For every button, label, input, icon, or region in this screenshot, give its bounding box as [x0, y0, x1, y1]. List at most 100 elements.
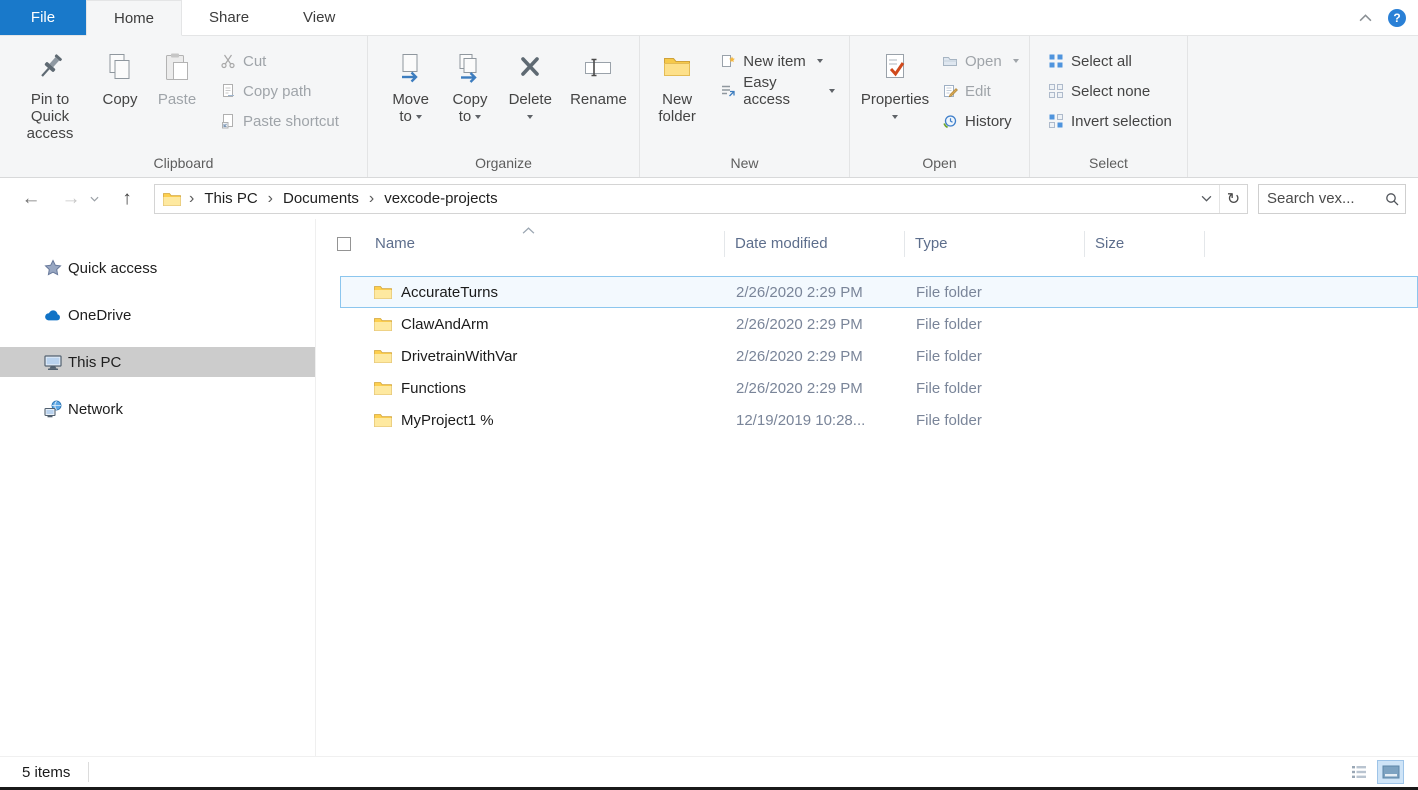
- invert-selection-button[interactable]: Invert selection: [1044, 106, 1176, 136]
- copy-to-button[interactable]: Copy to: [443, 38, 496, 127]
- search-icon[interactable]: [1385, 192, 1399, 206]
- network-icon: [44, 400, 62, 418]
- open-label: Open: [965, 53, 1002, 70]
- address-toolbar: ← → ↑ › This PC › Documents › vexcode-pr…: [0, 178, 1418, 219]
- column-header-row: Name Date modified Type Size: [316, 219, 1418, 267]
- organize-group-label: Organize: [368, 153, 639, 177]
- sidebar-item-network[interactable]: Network: [0, 394, 315, 424]
- thumbnail-view-button[interactable]: [1377, 760, 1404, 784]
- ribbon-group-select: Select all Select none Invert selection: [1030, 36, 1188, 177]
- refresh-button[interactable]: ↻: [1219, 185, 1247, 213]
- search-input[interactable]: [1267, 190, 1385, 207]
- file-type: File folder: [906, 284, 1086, 301]
- copy-path-icon: [220, 83, 236, 99]
- cut-button[interactable]: Cut: [216, 46, 343, 76]
- ribbon-tab-bar: File Home Share View ?: [0, 0, 1418, 36]
- breadcrumb-vexcode-projects[interactable]: vexcode-projects: [382, 190, 499, 207]
- column-header-name[interactable]: Name: [316, 235, 725, 252]
- select-small-buttons: Select all Select none Invert selection: [1038, 38, 1180, 136]
- new-folder-button[interactable]: New folder: [648, 38, 706, 127]
- tab-file[interactable]: File: [0, 0, 86, 35]
- ribbon-empty-area: [1188, 36, 1418, 177]
- collapse-ribbon-icon[interactable]: [1359, 14, 1372, 22]
- pin-to-quick-access-button[interactable]: Pin to Quick access: [8, 38, 92, 144]
- sidebar-item-onedrive[interactable]: OneDrive: [0, 300, 315, 330]
- new-item-button[interactable]: New item: [716, 46, 839, 76]
- back-button[interactable]: ←: [18, 189, 44, 208]
- file-name-cell: ClawAndArm: [341, 316, 726, 333]
- file-date-modified: 2/26/2020 2:29 PM: [726, 316, 906, 333]
- clipboard-small-buttons: Cut Copy path Paste shortcut: [206, 38, 347, 136]
- new-item-label: New item: [743, 53, 806, 70]
- delete-button[interactable]: Delete: [503, 38, 558, 127]
- paste-shortcut-label: Paste shortcut: [243, 113, 339, 130]
- rename-button[interactable]: Rename: [564, 38, 633, 110]
- file-list-pane: Name Date modified Type Size AccurateTur…: [316, 219, 1418, 756]
- file-row[interactable]: ClawAndArm 2/26/2020 2:29 PM File folder: [340, 308, 1418, 340]
- address-bar[interactable]: › This PC › Documents › vexcode-projects…: [154, 184, 1248, 214]
- breadcrumb-this-pc[interactable]: This PC: [202, 190, 259, 207]
- select-none-button[interactable]: Select none: [1044, 76, 1176, 106]
- onedrive-label: OneDrive: [68, 307, 131, 324]
- select-all-button[interactable]: Select all: [1044, 46, 1176, 76]
- paste-button[interactable]: Paste: [148, 38, 206, 110]
- easy-access-button[interactable]: Easy access: [716, 76, 839, 106]
- clipboard-group-body: Pin to Quick access Copy Paste: [0, 36, 367, 153]
- sidebar-item-this-pc[interactable]: This PC: [0, 347, 315, 377]
- copy-path-button[interactable]: Copy path: [216, 76, 343, 106]
- file-row[interactable]: Functions 2/26/2020 2:29 PM File folder: [340, 372, 1418, 404]
- column-divider[interactable]: [1084, 231, 1085, 257]
- paste-shortcut-button[interactable]: Paste shortcut: [216, 106, 343, 136]
- tab-view[interactable]: View: [276, 0, 362, 35]
- file-name: ClawAndArm: [401, 316, 489, 333]
- sort-ascending-icon: [522, 221, 535, 238]
- file-row[interactable]: DrivetrainWithVar 2/26/2020 2:29 PM File…: [340, 340, 1418, 372]
- select-all-checkbox[interactable]: [337, 237, 351, 251]
- paste-label: Paste: [158, 91, 196, 108]
- folder-icon: [374, 285, 392, 299]
- column-header-date-modified[interactable]: Date modified: [725, 235, 905, 252]
- properties-icon: [878, 50, 912, 84]
- view-toggle-buttons: [1345, 760, 1404, 784]
- edit-button[interactable]: Edit: [938, 76, 1023, 106]
- file-type: File folder: [906, 348, 1086, 365]
- select-all-icon: [1048, 53, 1064, 69]
- file-explorer-window: File Home Share View ? Pin to Quick acce…: [0, 0, 1418, 790]
- easy-access-label: Easy access: [743, 74, 818, 108]
- ribbon-home: Pin to Quick access Copy Paste: [0, 36, 1418, 178]
- status-divider: [88, 762, 89, 782]
- details-view-button[interactable]: [1345, 760, 1372, 784]
- sidebar-item-quick-access[interactable]: Quick access: [0, 253, 315, 283]
- edit-icon: [942, 83, 958, 99]
- tab-home[interactable]: Home: [86, 0, 182, 36]
- column-header-type[interactable]: Type: [905, 235, 1085, 252]
- up-button[interactable]: ↑: [114, 189, 140, 208]
- copy-button[interactable]: Copy: [92, 38, 148, 110]
- file-row[interactable]: MyProject1 % 12/19/2019 10:28... File fo…: [340, 404, 1418, 436]
- move-to-label-line1: Move: [392, 91, 429, 108]
- breadcrumb-documents[interactable]: Documents: [281, 190, 361, 207]
- open-button[interactable]: Open: [938, 46, 1023, 76]
- recent-locations-chevron-icon[interactable]: [86, 196, 102, 202]
- column-divider[interactable]: [724, 231, 725, 257]
- column-header-size[interactable]: Size: [1085, 235, 1201, 252]
- properties-button[interactable]: Properties: [858, 38, 932, 127]
- address-dropdown-chevron-icon[interactable]: [1193, 185, 1219, 213]
- move-to-button[interactable]: Move to: [384, 38, 437, 127]
- tab-share[interactable]: Share: [182, 0, 276, 35]
- history-button[interactable]: History: [938, 106, 1023, 136]
- column-divider[interactable]: [1204, 231, 1205, 257]
- delete-dropdown-icon: [527, 115, 533, 119]
- file-type: File folder: [906, 316, 1086, 333]
- delete-icon: [513, 50, 547, 84]
- file-row[interactable]: AccurateTurns 2/26/2020 2:29 PM File fol…: [340, 276, 1418, 308]
- folder-icon: [374, 413, 392, 427]
- new-small-buttons: New item Easy access: [706, 38, 843, 106]
- this-pc-label: This PC: [68, 354, 121, 371]
- search-box: [1258, 184, 1406, 214]
- status-bar: 5 items: [0, 756, 1418, 787]
- forward-button[interactable]: →: [58, 189, 84, 208]
- clipboard-group-label: Clipboard: [0, 153, 367, 177]
- help-icon[interactable]: ?: [1388, 9, 1406, 27]
- column-divider[interactable]: [904, 231, 905, 257]
